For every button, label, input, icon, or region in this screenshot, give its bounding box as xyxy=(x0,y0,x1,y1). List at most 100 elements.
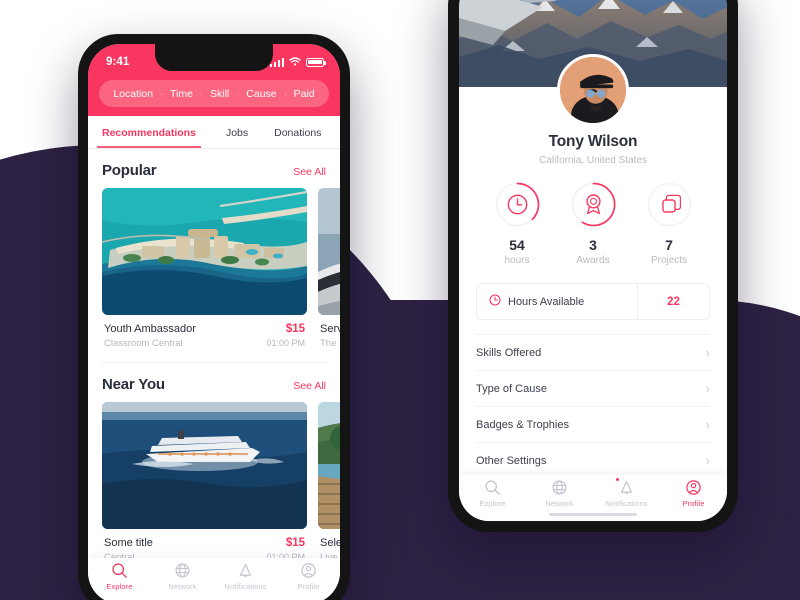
stat-label: Awards xyxy=(576,255,610,266)
nav-item-label: Network xyxy=(545,499,574,508)
hours-available-box[interactable]: Hours Available 22 xyxy=(476,283,710,320)
settings-list: Skills Offered › Type of Cause › Badges … xyxy=(459,334,727,478)
hours-available-value: 22 xyxy=(637,284,709,319)
stat-hours[interactable]: 54 hours xyxy=(479,181,555,266)
search-icon xyxy=(111,562,128,579)
card-selectin[interactable]: Selectin Live Pok xyxy=(318,402,340,563)
person-circle-icon xyxy=(685,479,702,496)
filter-chip-time[interactable]: Time xyxy=(170,88,193,100)
card-image-lakeside-deck xyxy=(318,402,340,529)
card-time: 01:00 PM xyxy=(266,338,305,348)
filter-chip-cause[interactable]: Cause xyxy=(246,88,276,100)
tab-jobs[interactable]: Jobs xyxy=(226,127,248,148)
card-image-aerial-resort-island xyxy=(102,188,307,315)
filter-chip-location[interactable]: Location xyxy=(113,88,153,100)
nav-item-label: Notifications xyxy=(605,499,648,508)
card-row-popular: Youth Ambassador $15 Classroom Central 0… xyxy=(88,188,340,349)
bottom-navigation-bar: Explore Network Notifications Profile xyxy=(459,475,727,521)
nav-item-explore[interactable]: Explore xyxy=(88,562,151,591)
card-title-row: Selectin xyxy=(320,537,340,549)
status-bar-indicators xyxy=(269,53,326,71)
card-subtitle: Classroom Central xyxy=(104,338,183,349)
filter-separator: · xyxy=(200,88,203,99)
settings-row-badges-trophies[interactable]: Badges & Trophies › xyxy=(476,406,710,442)
nav-item-label: Explore xyxy=(479,499,506,508)
profile-screen: Tony Wilson California, United States 54… xyxy=(459,0,727,521)
chevron-right-icon: › xyxy=(705,381,710,396)
stat-label: Projects xyxy=(650,255,688,266)
profile-stats: 54 hours 3 Awards 7 Projects xyxy=(459,181,727,266)
card-title: Youth Ambassador xyxy=(104,323,196,335)
nav-item-label: Explore xyxy=(106,582,133,591)
wifi-icon xyxy=(289,53,301,71)
card-title: Serve a xyxy=(320,323,340,335)
card-serve-a[interactable]: Serve a The Salv xyxy=(318,188,340,349)
nav-item-label: Network xyxy=(168,582,197,591)
nav-item-network[interactable]: Network xyxy=(151,562,214,591)
settings-row-type-of-cause[interactable]: Type of Cause › xyxy=(476,370,710,406)
settings-row-label: Skills Offered xyxy=(476,346,542,359)
nav-item-explore[interactable]: Explore xyxy=(459,479,526,508)
battery-icon xyxy=(306,57,326,67)
card-meta: Serve a The Salv xyxy=(318,315,340,349)
card-image-boat-on-water xyxy=(318,188,340,315)
stat-value: 7 xyxy=(665,237,673,253)
stat-projects[interactable]: 7 Projects xyxy=(631,181,707,266)
feed-screen: 9:41 Location · Time · Skill · Cause · P… xyxy=(88,44,340,600)
profile-location: California, United States xyxy=(539,155,647,166)
see-all-link-near-you[interactable]: See All xyxy=(293,380,326,392)
settings-row-label: Type of Cause xyxy=(476,382,547,395)
stat-progress-ring xyxy=(494,181,541,228)
stat-progress-ring xyxy=(570,181,617,228)
nav-item-network[interactable]: Network xyxy=(526,479,593,508)
tab-donations[interactable]: Donations xyxy=(274,127,321,148)
device-notch xyxy=(155,44,273,71)
stat-value: 3 xyxy=(589,237,597,253)
bell-icon xyxy=(616,478,635,496)
card-title: Some title xyxy=(104,537,153,549)
settings-row-label: Badges & Trophies xyxy=(476,418,569,431)
nav-item-label: Profile xyxy=(682,499,705,508)
tab-bar: Recommendations Jobs Donations xyxy=(88,116,340,149)
nav-item-profile[interactable]: Profile xyxy=(277,562,340,591)
avatar[interactable] xyxy=(557,54,629,126)
card-price: $15 xyxy=(285,323,305,335)
card-title-row: Serve a xyxy=(320,323,340,335)
person-circle-icon xyxy=(300,562,317,579)
settings-row-skills-offered[interactable]: Skills Offered › xyxy=(476,334,710,370)
filter-chip-paid[interactable]: Paid xyxy=(294,88,315,100)
filter-chip-skill[interactable]: Skill xyxy=(210,88,229,100)
globe-icon xyxy=(551,479,568,496)
card-subtitle-row: Classroom Central 01:00 PM xyxy=(104,335,305,349)
card-youth-ambassador[interactable]: Youth Ambassador $15 Classroom Central 0… xyxy=(102,188,307,349)
phone-mockup-feed: 9:41 Location · Time · Skill · Cause · P… xyxy=(78,34,350,600)
card-row-near-you: Some title $15 Central 01:00 PM xyxy=(88,402,340,563)
bell-icon xyxy=(237,562,254,579)
nav-item-label: Profile xyxy=(297,582,320,591)
see-all-link-popular[interactable]: See All xyxy=(293,166,326,178)
clock-icon xyxy=(489,293,501,311)
card-title: Selectin xyxy=(320,537,340,549)
card-image-cruise-ship-ocean xyxy=(102,402,307,529)
nav-item-profile[interactable]: Profile xyxy=(660,479,727,508)
nav-item-notifications[interactable]: Notifications xyxy=(214,562,277,591)
filter-bar[interactable]: Location · Time · Skill · Cause · Paid xyxy=(99,80,329,107)
chevron-right-icon: › xyxy=(705,345,710,360)
section-header-near-you: Near You See All xyxy=(88,363,340,402)
card-subtitle: The Salv xyxy=(320,338,340,349)
card-title-row: Youth Ambassador $15 xyxy=(104,323,305,335)
filter-separator: · xyxy=(160,88,164,99)
stat-awards[interactable]: 3 Awards xyxy=(555,181,631,266)
settings-row-other-settings[interactable]: Other Settings › xyxy=(476,442,710,478)
filter-separator: · xyxy=(236,88,240,99)
nav-item-notifications[interactable]: Notifications xyxy=(593,478,660,508)
status-bar-time: 9:41 xyxy=(106,56,130,68)
card-some-title[interactable]: Some title $15 Central 01:00 PM xyxy=(102,402,307,563)
chevron-right-icon: › xyxy=(705,453,710,468)
nav-item-label: Notifications xyxy=(224,582,267,591)
search-icon xyxy=(484,479,501,496)
card-subtitle-row: The Salv xyxy=(320,335,340,349)
stat-label: hours xyxy=(504,255,530,266)
phone-mockup-profile: Tony Wilson California, United States 54… xyxy=(448,0,738,532)
tab-recommendations[interactable]: Recommendations xyxy=(97,127,201,148)
